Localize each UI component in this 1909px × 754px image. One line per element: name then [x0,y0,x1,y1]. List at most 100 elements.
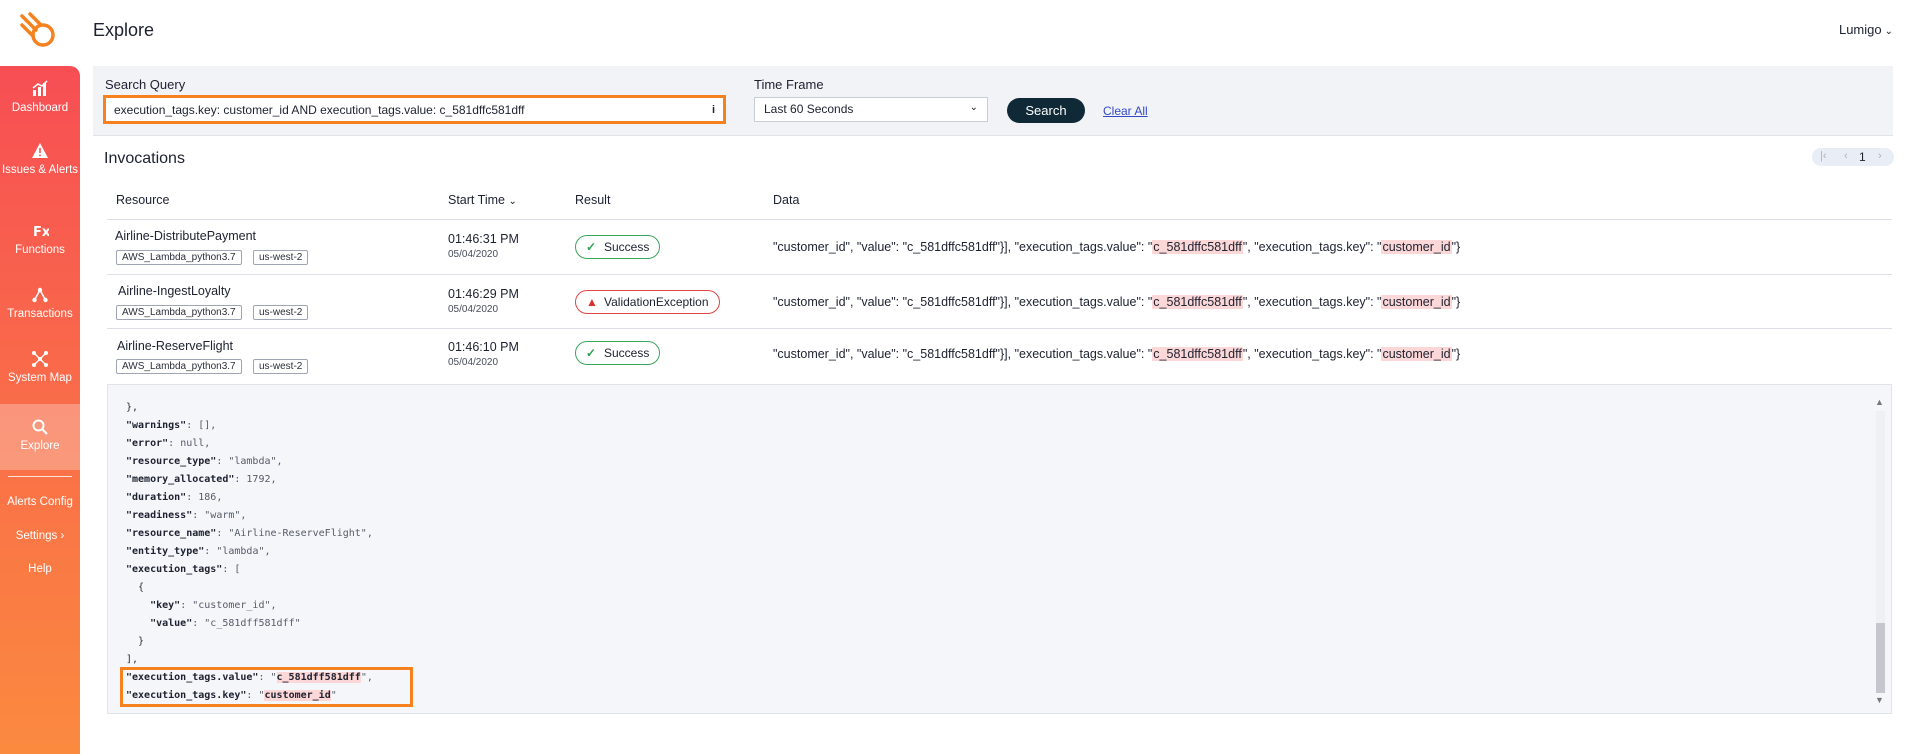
sidebar-link-help[interactable]: Help [0,563,80,576]
transactions-icon [32,287,48,303]
runtime-tag: AWS_Lambda_python3.7 [116,250,242,265]
data-text: "} [1451,347,1461,361]
status-label: Success [604,346,650,360]
search-panel: Search Query execution_tags.key: custome… [93,66,1893,136]
current-page[interactable]: 1 [1859,150,1866,164]
top-bar: Explore Lumigo ⌄ [0,0,1909,62]
status-badge: ▲ ValidationException [575,290,720,314]
sidebar-item-label: Functions [15,244,65,256]
json-line: "resource_name": "Airline-ReserveFlight"… [126,525,373,543]
prev-page-icon[interactable]: ‹ [1844,150,1848,162]
sidebar-link-alerts-config[interactable]: Alerts Config [0,496,80,509]
sidebar-item-functions[interactable]: Fx Functions [0,222,80,272]
sidebar-item-issues-alerts[interactable]: Issues & Alerts [0,142,80,198]
json-value: : "warm", [192,510,247,521]
fx-icon: Fx [33,225,49,240]
json-line: "duration": 186, [126,489,373,507]
first-page-icon[interactable]: |‹ [1820,150,1827,162]
json-key: "entity_type" [126,546,205,557]
status-badge: ✓ Success [575,235,661,259]
json-line: "memory_allocated": 1792, [126,471,373,489]
data-highlight: customer_id [1381,347,1452,361]
highlight-frame [120,667,413,707]
user-name: Lumigo [1838,22,1882,37]
json-key: "execution_tags" [126,564,223,575]
sort-chevron-icon: ⌄ [508,196,517,207]
warning-icon [32,143,48,158]
json-key: "value" [126,618,193,629]
data-text: "} [1451,295,1461,309]
table-row[interactable]: Airline-DistributePayment AWS_Lambda_pyt… [107,220,1892,274]
sidebar-divider [8,476,72,477]
sidebar-link-settings[interactable]: Settings › [0,530,80,543]
invocations-title: Invocations [104,150,185,167]
json-key: "readiness" [126,510,193,521]
search-icon [32,419,48,435]
scroll-thumb[interactable] [1876,623,1885,693]
next-page-icon[interactable]: › [1878,150,1882,162]
resource-name[interactable]: Airline-DistributePayment [115,229,256,243]
search-button[interactable]: Search [1007,98,1085,123]
region-tag: us-west-2 [253,305,309,320]
chevron-down-icon: ⌄ [969,102,978,113]
data-highlight: c_581dffc581dff [1152,240,1243,254]
sidebar-link-label: Settings [15,530,58,542]
lumigo-logo-icon[interactable] [18,10,62,54]
sidebar-item-label: System Map [8,372,72,384]
json-key: "resource_name" [126,528,217,539]
runtime-tag: AWS_Lambda_python3.7 [116,359,242,374]
status-badge: ✓ Success [575,341,661,365]
sidebar-item-label: Issues & Alerts [1,164,79,176]
start-time: 01:46:29 PM [448,287,519,301]
json-value: : "lambda", [216,456,283,467]
json-value: : "customer_id", [180,600,277,611]
json-line: "resource_type": "lambda", [126,453,373,471]
resource-name[interactable]: Airline-IngestLoyalty [118,284,231,298]
clear-all-link[interactable]: Clear All [1103,104,1148,118]
json-key: "duration" [126,492,187,503]
data-preview: "customer_id", "value": "c_581dffc581dff… [773,347,1460,361]
warning-icon: ▲ [586,295,598,309]
time-frame-select[interactable]: Last 60 Seconds ⌄ [754,97,988,122]
json-line: "execution_tags": [ [126,561,373,579]
user-menu[interactable]: Lumigo ⌄ [1839,22,1893,37]
json-scrollbar[interactable]: ▲ ▼ [1874,397,1887,705]
start-date: 05/04/2020 [448,249,499,260]
data-text: "customer_id", "value": "c_581dffc581dff… [773,347,1153,361]
data-preview: "customer_id", "value": "c_581dffc581dff… [773,295,1460,309]
json-key: "error" [126,438,169,449]
json-line: "warnings": [], [126,417,373,435]
data-highlight: customer_id [1381,295,1452,309]
data-text: "} [1451,240,1461,254]
scroll-down-icon[interactable]: ▼ [1875,695,1884,705]
data-text: "customer_id", "value": "c_581dffc581dff… [773,295,1153,309]
sidebar-item-system-map[interactable]: System Map [0,350,80,400]
start-time: 01:46:31 PM [448,232,519,246]
table-row[interactable]: Airline-IngestLoyalty AWS_Lambda_python3… [107,275,1892,329]
column-data[interactable]: Data [773,193,799,207]
chevron-down-icon: ⌄ [1884,26,1893,37]
column-result[interactable]: Result [575,193,610,207]
json-value: : "lambda", [204,546,271,557]
column-start-time[interactable]: Start Time ⌄ [448,193,517,207]
info-icon[interactable]: i [712,104,715,116]
sidebar-item-dashboard[interactable]: Dashboard [0,80,80,130]
data-text: ", "execution_tags.key": " [1242,240,1382,254]
search-query-value: execution_tags.key: customer_id AND exec… [114,103,525,117]
invocation-json-detail: }, "warnings": [], "error": null, "resource… [107,384,1892,714]
json-value: : 186, [186,492,223,503]
start-time: 01:46:10 PM [448,340,519,354]
data-text: ", "execution_tags.key": " [1242,295,1382,309]
sidebar-item-explore[interactable]: Explore [0,404,80,470]
table-row[interactable]: Airline-ReserveFlight AWS_Lambda_python3… [107,329,1892,383]
status-label: Success [604,240,650,254]
data-highlight: customer_id [1381,240,1452,254]
resource-name[interactable]: Airline-ReserveFlight [117,339,233,353]
search-query-input[interactable]: execution_tags.key: customer_id AND exec… [103,95,726,124]
json-line: { [126,582,145,593]
column-resource[interactable]: Resource [116,193,170,207]
json-line: "entity_type": "lambda", [126,543,373,561]
sidebar-item-transactions[interactable]: Transactions [0,286,80,336]
scroll-up-icon[interactable]: ▲ [1875,397,1884,407]
json-key: "key" [126,600,181,611]
